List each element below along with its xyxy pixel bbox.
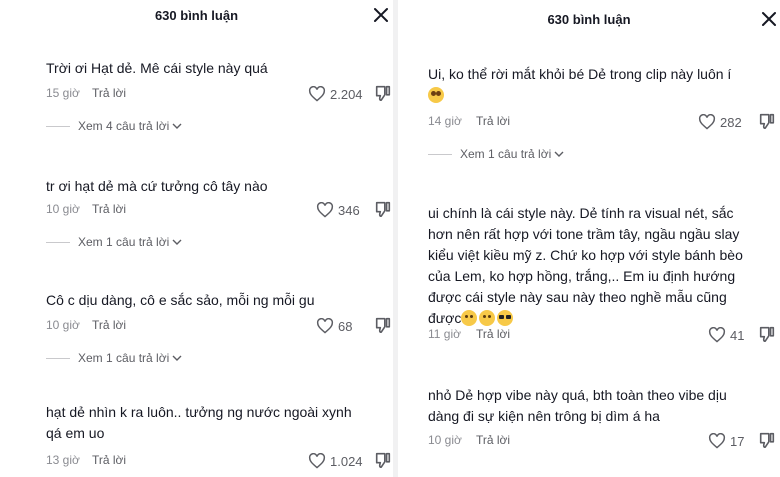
comment-meta: 10 giờ Trả lời 346 [46,200,392,220]
like-count: 1.024 [330,453,363,469]
comments-header: 630 bình luận [398,0,780,34]
comment-text: tr ơi hạt dẻ mà cứ tưởng cô tây nào [46,178,268,194]
comment-text: Trời ơi Hạt dẻ. Mê cái style này quá [46,60,268,76]
like-button[interactable]: 346 [316,200,360,220]
dislike-icon[interactable] [758,431,776,449]
close-icon[interactable] [760,10,778,28]
dislike-icon[interactable] [758,112,776,130]
dislike-icon[interactable] [374,200,392,218]
smiling-face-emoji [479,310,496,326]
pleading-face-emoji [428,87,444,103]
reply-button[interactable]: Trả lời [92,453,126,467]
like-count: 282 [720,114,742,130]
view-replies-label: Xem 1 câu trả lời [78,235,170,249]
close-icon[interactable] [372,6,390,24]
smiling-face-emoji [461,310,478,326]
comment-text: nhỏ Dẻ hợp vibe này quá, bth toàn theo v… [428,387,727,424]
like-button[interactable]: 282 [698,112,742,132]
comment-meta: 14 giờ Trả lời 282 [428,112,778,132]
heart-icon [708,327,726,343]
view-replies-label: Xem 1 câu trả lời [460,147,552,161]
chevron-down-icon [172,355,182,361]
comments-header: 630 bình luận [0,0,393,34]
comment-time: 11 giờ [428,327,461,341]
comment-time: 13 giờ [46,453,80,467]
like-button[interactable]: 2.204 [308,84,363,104]
view-replies-button[interactable]: Xem 4 câu trả lời [46,117,183,135]
comment-text: ui chính là cái style này. Dẻ tính ra vi… [428,203,743,329]
comment-time: 10 giờ [46,202,80,216]
divider-line [46,125,70,127]
heart-icon [308,86,326,102]
like-count: 68 [338,318,353,334]
view-replies-button[interactable]: Xem 1 câu trả lời [46,349,183,367]
like-button[interactable]: 17 [708,431,744,451]
comment-meta: 10 giờ Trả lời 68 [46,316,392,336]
comment-count-title: 630 bình luận [547,12,631,27]
comment-text: hạt dẻ nhìn k ra luôn.. tưởng ng nước ng… [46,404,352,441]
view-replies-button[interactable]: Xem 1 câu trả lời [428,145,565,163]
chevron-down-icon [554,151,564,157]
heart-icon [698,114,716,130]
divider-line [46,357,70,359]
heart-icon [316,202,334,218]
view-replies-button[interactable]: Xem 1 câu trả lời [46,233,183,251]
dislike-icon[interactable] [374,84,392,102]
like-button[interactable]: 1.024 [308,451,363,471]
comment-meta: 13 giờ Trả lời 1.024 [46,451,392,471]
divider-line [428,153,452,155]
comment-time: 15 giờ [46,86,80,100]
heart-icon [316,318,334,334]
comment-text: Cô c dịu dàng, cô e sắc sảo, mỗi ng mỗi … [46,292,315,308]
view-replies-label: Xem 4 câu trả lời [78,119,170,133]
comment-meta: 15 giờ Trả lời 2.204 [46,84,392,104]
reply-button[interactable]: Trả lời [92,86,126,100]
comments-panel-left: 630 bình luận Trời ơi Hạt dẻ. Mê cái sty… [0,0,393,477]
comment-text: Ui, ko thể rời mắt khỏi bé Dẻ trong clip… [428,64,731,106]
dislike-icon[interactable] [758,325,776,343]
reply-button[interactable]: Trả lời [92,318,126,332]
heart-icon [308,453,326,469]
reply-button[interactable]: Trả lời [476,114,510,128]
comment-meta: 11 giờ Trả lời 41 [428,325,778,345]
comment-time: 10 giờ [46,318,80,332]
chevron-down-icon [172,239,182,245]
like-count: 17 [730,433,745,449]
like-count: 41 [730,327,745,343]
reply-button[interactable]: Trả lời [476,433,510,447]
comment-text-body: ui chính là cái style này. Dẻ tính ra vi… [428,205,743,326]
like-button[interactable]: 68 [316,316,352,336]
like-count: 2.204 [330,86,363,102]
comments-panel-right: 630 bình luận Ui, ko thể rời mắt khỏi bé… [398,0,780,477]
comment-text-body: Ui, ko thể rời mắt khỏi bé Dẻ trong clip… [428,66,732,82]
chevron-down-icon [172,123,182,129]
reply-button[interactable]: Trả lời [476,327,510,341]
dislike-icon[interactable] [374,316,392,334]
view-replies-label: Xem 1 câu trả lời [78,351,170,365]
divider-line [46,241,70,243]
like-count: 346 [338,202,360,218]
comment-time: 14 giờ [428,114,462,128]
like-button[interactable]: 41 [708,325,744,345]
comment-meta: 10 giờ Trả lời 17 [428,431,778,451]
sunglasses-face-emoji [497,310,514,326]
comment-time: 10 giờ [428,433,462,447]
reply-button[interactable]: Trả lời [92,202,126,216]
heart-icon [708,433,726,449]
comment-count-title: 630 bình luận [154,8,239,23]
dislike-icon[interactable] [374,451,392,469]
